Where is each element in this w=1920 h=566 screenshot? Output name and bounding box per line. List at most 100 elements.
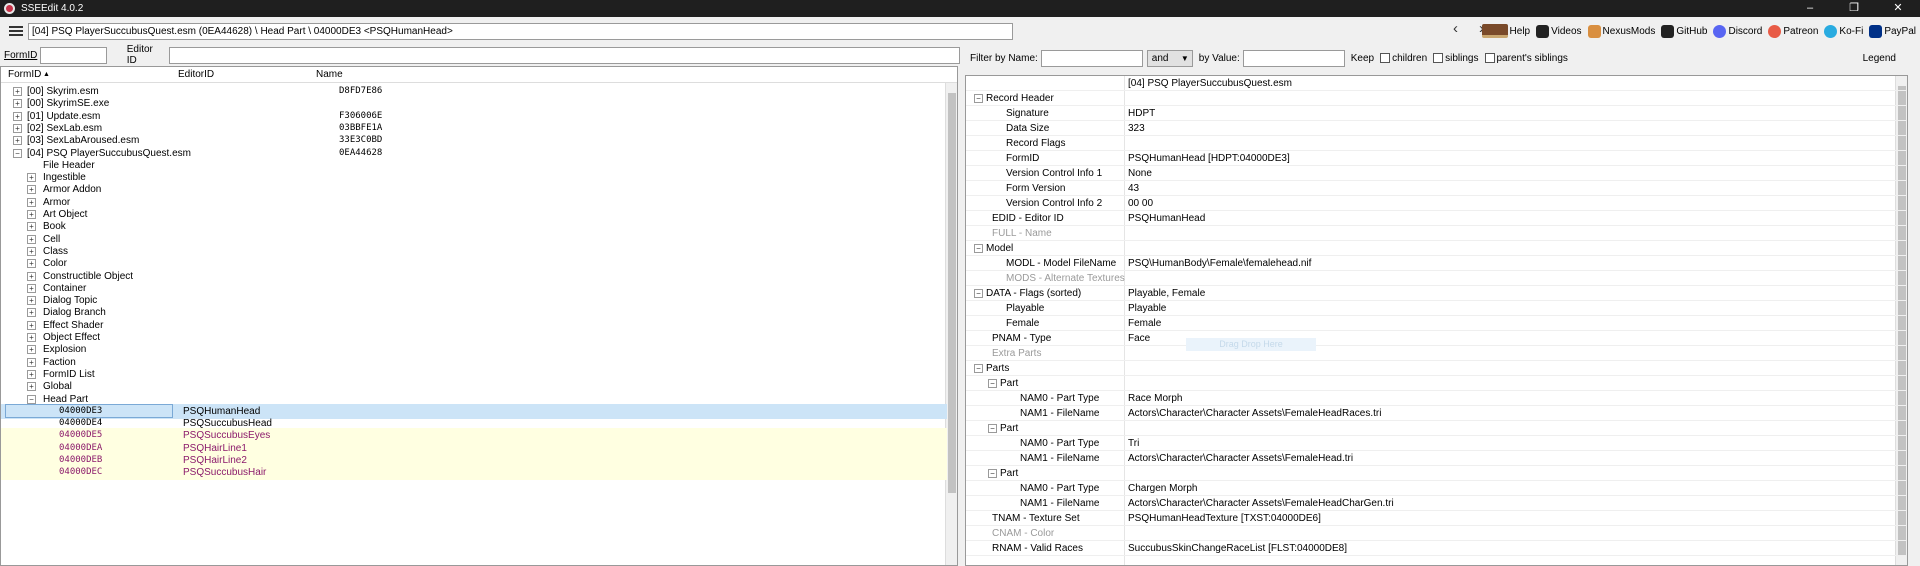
- expand-icon[interactable]: +: [27, 308, 36, 318]
- record-field-value[interactable]: SuccubusSkinChangeRaceList [FLST:04000DE…: [1128, 541, 1347, 556]
- expand-icon[interactable]: +: [27, 345, 36, 355]
- record-field-row[interactable]: Playable Playable: [966, 301, 1906, 316]
- record-field-row[interactable]: NAM0 - Part Type Race Morph: [966, 391, 1906, 406]
- record-row[interactable]: 04000DEC PSQSuccubusHair: [1, 465, 947, 481]
- record-field-value[interactable]: HDPT: [1128, 106, 1155, 121]
- expand-icon[interactable]: +: [13, 99, 22, 109]
- record-field-row[interactable]: Form Version 43: [966, 181, 1906, 196]
- close-button[interactable]: ✕: [1876, 0, 1920, 17]
- record-field-value[interactable]: PSQHumanHeadTexture [TXST:04000DE6]: [1128, 511, 1321, 526]
- maximize-button[interactable]: ❐: [1832, 0, 1876, 17]
- record-field-row[interactable]: Data Size 323: [966, 121, 1906, 136]
- collapse-icon[interactable]: −: [974, 244, 983, 253]
- formid-column-header[interactable]: FormID: [8, 69, 41, 80]
- record-field-value[interactable]: Chargen Morph: [1128, 481, 1197, 496]
- record-field-row[interactable]: PNAM - Type Face: [966, 331, 1906, 346]
- record-field-row[interactable]: Female Female: [966, 316, 1906, 331]
- record-field-value[interactable]: Playable: [1128, 301, 1166, 316]
- expand-icon[interactable]: +: [27, 222, 36, 232]
- editorid-column-header[interactable]: EditorID: [178, 69, 214, 80]
- expand-icon[interactable]: +: [27, 185, 36, 195]
- record-field-row[interactable]: FormID PSQHumanHead [HDPT:04000DE3]: [966, 151, 1906, 166]
- record-field-value[interactable]: Actors\Character\Character Assets\Female…: [1128, 406, 1381, 421]
- expand-icon[interactable]: +: [27, 197, 36, 207]
- expand-icon[interactable]: +: [27, 357, 36, 367]
- expand-icon[interactable]: +: [13, 123, 22, 133]
- record-field-row[interactable]: − Model: [966, 241, 1906, 256]
- record-path-field[interactable]: [04] PSQ PlayerSuccubusQuest.esm (0EA446…: [28, 22, 1013, 40]
- collapse-icon[interactable]: −: [988, 379, 997, 388]
- record-field-row[interactable]: Version Control Info 1 None: [966, 166, 1906, 181]
- expand-icon[interactable]: +: [13, 136, 22, 146]
- keep-parents-siblings-checkbox[interactable]: parent's siblings: [1484, 52, 1568, 64]
- expand-icon[interactable]: +: [27, 382, 36, 392]
- expand-icon[interactable]: +: [27, 246, 36, 256]
- record-field-value[interactable]: PSQ\HumanBody\Female\femalehead.nif: [1128, 256, 1311, 271]
- record-field-row[interactable]: NAM1 - FileName Actors\Character\Characte…: [966, 496, 1906, 511]
- expand-icon[interactable]: +: [27, 320, 36, 330]
- record-field-row[interactable]: TNAM - Texture Set PSQHumanHeadTexture [T…: [966, 511, 1906, 526]
- minimize-button[interactable]: –: [1788, 0, 1832, 17]
- link-patreon[interactable]: Patreon: [1768, 24, 1818, 38]
- record-field-row[interactable]: CNAM - Color: [966, 526, 1906, 541]
- collapse-icon[interactable]: −: [27, 394, 36, 404]
- record-field-row[interactable]: EDID - Editor ID PSQHumanHead: [966, 211, 1906, 226]
- link-nexusmods[interactable]: NexusMods: [1587, 24, 1655, 38]
- record-field-row[interactable]: − Part: [966, 421, 1906, 436]
- record-field-row[interactable]: Record Flags: [966, 136, 1906, 151]
- legend-button[interactable]: Legend: [1863, 53, 1896, 64]
- record-field-value[interactable]: Playable, Female: [1128, 286, 1205, 301]
- link-videos[interactable]: Videos: [1536, 24, 1582, 38]
- record-field-value[interactable]: Actors\Character\Character Assets\Female…: [1128, 496, 1394, 511]
- filter-value-input[interactable]: [1242, 49, 1345, 67]
- record-field-row[interactable]: − Record Header: [966, 91, 1906, 106]
- hamburger-menu-icon[interactable]: [9, 24, 23, 38]
- expand-icon[interactable]: +: [13, 111, 22, 121]
- collapse-icon[interactable]: −: [988, 424, 997, 433]
- record-field-row[interactable]: − Part: [966, 376, 1906, 391]
- collapse-icon[interactable]: −: [13, 148, 22, 158]
- record-field-value[interactable]: 323: [1128, 121, 1145, 136]
- collapse-icon[interactable]: −: [974, 364, 983, 373]
- tree-scrollbar-thumb[interactable]: [948, 93, 956, 493]
- expand-icon[interactable]: +: [27, 234, 36, 244]
- expand-icon[interactable]: +: [13, 87, 22, 96]
- link-github[interactable]: GitHub: [1661, 24, 1707, 38]
- filter-name-input[interactable]: [1040, 49, 1143, 67]
- expand-icon[interactable]: +: [27, 333, 36, 342]
- record-field-row[interactable]: NAM0 - Part Type Tri: [966, 436, 1906, 451]
- record-field-value[interactable]: Female: [1128, 316, 1161, 331]
- record-field-value[interactable]: Race Morph: [1128, 391, 1182, 406]
- expand-icon[interactable]: +: [27, 369, 36, 379]
- record-field-row[interactable]: NAM1 - FileName Actors\Character\Characte…: [966, 406, 1906, 421]
- record-field-value[interactable]: None: [1128, 166, 1152, 181]
- record-field-value[interactable]: 43: [1128, 181, 1139, 196]
- record-field-value[interactable]: PSQHumanHead [HDPT:04000DE3]: [1128, 151, 1290, 166]
- record-field-row[interactable]: MODL - Model FileName PSQ\HumanBody\Femal…: [966, 256, 1906, 271]
- record-field-value[interactable]: 00 00: [1128, 196, 1153, 211]
- expand-icon[interactable]: +: [27, 173, 36, 183]
- record-field-value[interactable]: Face: [1128, 331, 1150, 346]
- expand-icon[interactable]: +: [27, 259, 36, 269]
- record-field-row[interactable]: − Part: [966, 466, 1906, 481]
- link-ko-fi[interactable]: Ko-Fi: [1824, 24, 1863, 38]
- record-field-value[interactable]: Tri: [1128, 436, 1139, 451]
- name-column-header[interactable]: Name: [316, 69, 343, 80]
- link-help[interactable]: Help: [1481, 24, 1530, 38]
- back-button[interactable]: ‹: [1453, 20, 1458, 37]
- collapse-icon[interactable]: −: [974, 94, 983, 103]
- record-field-row[interactable]: − DATA - Flags (sorted) Playable, Female: [966, 286, 1906, 301]
- record-field-value[interactable]: [04] PSQ PlayerSuccubusQuest.esm: [1128, 76, 1292, 91]
- expand-icon[interactable]: +: [27, 271, 36, 281]
- expand-icon[interactable]: +: [27, 283, 36, 293]
- formid-search-input[interactable]: [40, 46, 107, 64]
- expand-icon[interactable]: +: [27, 210, 36, 219]
- record-field-row[interactable]: Signature HDPT: [966, 106, 1906, 121]
- editorid-search-input[interactable]: [169, 46, 960, 64]
- keep-children-checkbox[interactable]: children: [1380, 52, 1427, 64]
- record-field-value[interactable]: PSQHumanHead: [1128, 211, 1205, 226]
- record-field-row[interactable]: FULL - Name: [966, 226, 1906, 241]
- record-field-row[interactable]: NAM1 - FileName Actors\Character\Characte…: [966, 451, 1906, 466]
- link-paypal[interactable]: PayPal: [1869, 24, 1916, 38]
- record-field-row[interactable]: NAM0 - Part Type Chargen Morph: [966, 481, 1906, 496]
